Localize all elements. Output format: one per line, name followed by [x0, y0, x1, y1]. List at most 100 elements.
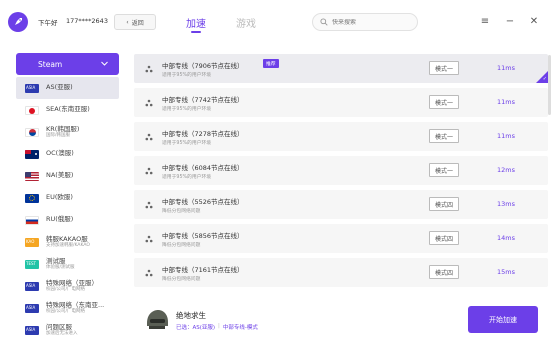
region-item-na[interactable]: NA(美服)	[16, 165, 119, 187]
server-name: 中部专线（7906节点在线）	[162, 62, 244, 70]
region-sublabel: 支持加速韩服/KAKAO	[46, 243, 90, 249]
footer-bar: 绝地求生 已选：AS(亚服) | 中部专线-模式 开始加速	[128, 298, 553, 349]
region-item-sea[interactable]: SEA(东南亚服)	[16, 99, 119, 121]
test-server-icon: TEST	[25, 259, 39, 269]
ping-value: 12ms	[497, 166, 515, 174]
top-bar: 下午好 177****2643 ‹ 返回 加速 游戏 ≡ − ✕	[0, 0, 553, 44]
server-name: 中部专线（5856节点在线）	[162, 232, 244, 240]
region-item-test[interactable]: TEST 测试服 体验服/测试服	[16, 253, 119, 275]
region-sidebar: Steam ASIA AS(亚服) SEA(东南亚服) KR(韩国服) 国际/韩…	[0, 44, 128, 349]
platform-label: Steam	[38, 59, 63, 69]
region-sublabel: 体验服/测试服	[46, 265, 75, 271]
platform-selector[interactable]: Steam	[16, 53, 119, 75]
region-label: AS(亚服)	[46, 83, 73, 92]
server-desc: 适用于95%的用户环境	[162, 141, 212, 146]
usa-flag-icon	[25, 171, 39, 181]
region-item-special-as[interactable]: ASIA 特殊网络（亚服） 校园/公司/广电网络	[16, 275, 119, 297]
server-list: 中部专线（7906节点在线） 推荐 适用于95%的用户环境 模式一 11ms ✓…	[131, 44, 553, 298]
node-icon	[145, 65, 153, 73]
game-title: 绝地求生	[176, 311, 206, 320]
selected-line-label[interactable]: 中部专线-模式	[223, 323, 258, 331]
node-icon	[145, 269, 153, 277]
server-row[interactable]: 中部专线（7906节点在线） 推荐 适用于95%的用户环境 模式一 11ms ✓	[134, 54, 548, 83]
back-button[interactable]: ‹ 返回	[114, 14, 156, 30]
ping-value: 11ms	[497, 132, 515, 140]
region-label: RU(俄服)	[46, 215, 74, 224]
eu-flag-icon	[25, 193, 39, 203]
chevron-down-icon	[101, 61, 108, 66]
chevron-left-icon: ‹	[126, 18, 129, 26]
account-phone[interactable]: 177****2643	[66, 17, 108, 25]
game-helmet-icon	[147, 310, 168, 329]
region-sublabel: 校园/公司/广电网络	[46, 287, 86, 293]
region-item-kakao[interactable]: KAO 韩服KAKAO服 支持加速韩服/KAKAO	[16, 231, 119, 253]
start-accelerate-button[interactable]: 开始加速	[468, 306, 538, 333]
region-item-special-sea[interactable]: ASIA 特殊网络（东南亚... 校园/公司/广电网络	[16, 297, 119, 319]
server-row[interactable]: 中部专线（7742节点在线） 适用于95%的用户环境 模式一 11ms	[134, 88, 548, 117]
ping-value: 13ms	[497, 200, 515, 208]
search-box[interactable]	[312, 13, 418, 31]
region-item-kr[interactable]: KR(韩国服) 国际/韩国服	[16, 121, 119, 143]
region-item-ru[interactable]: RU(俄服)	[16, 209, 119, 231]
mode-select[interactable]: 模式一	[429, 163, 459, 177]
korea-flag-icon	[25, 127, 39, 137]
selection-info: 已选：AS(亚服) | 中部专线-模式	[176, 323, 258, 331]
check-icon: ✓	[542, 76, 547, 82]
search-input[interactable]	[332, 18, 412, 26]
minimize-icon[interactable]: −	[503, 14, 517, 28]
node-icon	[145, 133, 153, 141]
australia-flag-icon	[25, 149, 39, 159]
greeting-text: 下午好	[38, 19, 58, 27]
mode-select[interactable]: 模式一	[429, 129, 459, 143]
menu-icon[interactable]: ≡	[478, 14, 492, 28]
asia-flag-icon: ASIA	[25, 83, 39, 93]
kakao-icon: KAO	[25, 237, 39, 247]
mode-select[interactable]: 模式四	[429, 231, 459, 245]
server-name: 中部专线（6084节点在线）	[162, 164, 244, 172]
ping-value: 15ms	[497, 268, 515, 276]
region-sublabel: 校园/公司/广电网络	[46, 309, 86, 315]
asean-flag-icon	[25, 105, 39, 115]
node-icon	[145, 235, 153, 243]
mode-select[interactable]: 模式四	[429, 265, 459, 279]
close-icon[interactable]: ✕	[527, 14, 541, 28]
region-label: EU(欧服)	[46, 193, 73, 202]
russia-flag-icon	[25, 215, 39, 225]
scrollbar[interactable]	[548, 55, 551, 115]
mode-select[interactable]: 模式四	[429, 197, 459, 211]
region-label: NA(美服)	[46, 171, 74, 180]
ping-value: 14ms	[497, 234, 515, 242]
server-name: 中部专线（7161节点在线）	[162, 266, 244, 274]
server-row[interactable]: 中部专线（5856节点在线） 降低分包网络问题 模式四 14ms	[134, 224, 548, 253]
asia-flag-icon: ASIA	[25, 281, 39, 291]
server-row[interactable]: 中部专线（6084节点在线） 适用于95%的用户环境 模式一 12ms	[134, 156, 548, 185]
ping-value: 11ms	[497, 98, 515, 106]
mode-select[interactable]: 模式一	[429, 61, 459, 75]
selected-server-label[interactable]: 已选：AS(亚服)	[176, 323, 215, 331]
active-tab-indicator	[191, 31, 201, 33]
region-label: SEA(东南亚服)	[46, 105, 90, 114]
region-item-eu[interactable]: EU(欧服)	[16, 187, 119, 209]
node-icon	[145, 167, 153, 175]
server-desc: 降低分包网络问题	[162, 209, 201, 214]
server-row[interactable]: 中部专线（5526节点在线） 降低分包网络问题 模式四 13ms	[134, 190, 548, 219]
asia-flag-icon: ASIA	[25, 303, 39, 313]
ping-value: 11ms	[497, 64, 515, 72]
server-row[interactable]: 中部专线（7161节点在线） 降低分包网络问题 模式四 15ms	[134, 258, 548, 287]
app-logo	[8, 12, 28, 32]
server-name: 中部专线（5526节点在线）	[162, 198, 244, 206]
rocket-icon	[15, 18, 22, 25]
tab-accelerate[interactable]: 加速	[186, 15, 206, 30]
server-desc: 适用于95%的用户环境	[162, 107, 212, 112]
mode-select[interactable]: 模式一	[429, 95, 459, 109]
server-name: 中部专线（7278节点在线）	[162, 130, 244, 138]
region-item-problem[interactable]: ASIA 问题区服 加速后无法进入	[16, 319, 119, 341]
server-row[interactable]: 中部专线（7278节点在线） 适用于95%的用户环境 模式一 11ms	[134, 122, 548, 151]
server-name: 中部专线（7742节点在线）	[162, 96, 244, 104]
tab-games[interactable]: 游戏	[236, 15, 256, 30]
region-item-oc[interactable]: OC(澳服)	[16, 143, 119, 165]
region-item-as[interactable]: ASIA AS(亚服)	[16, 77, 119, 99]
region-label: OC(澳服)	[46, 149, 74, 158]
search-icon	[320, 18, 328, 26]
recommend-badge: 推荐	[263, 59, 279, 68]
